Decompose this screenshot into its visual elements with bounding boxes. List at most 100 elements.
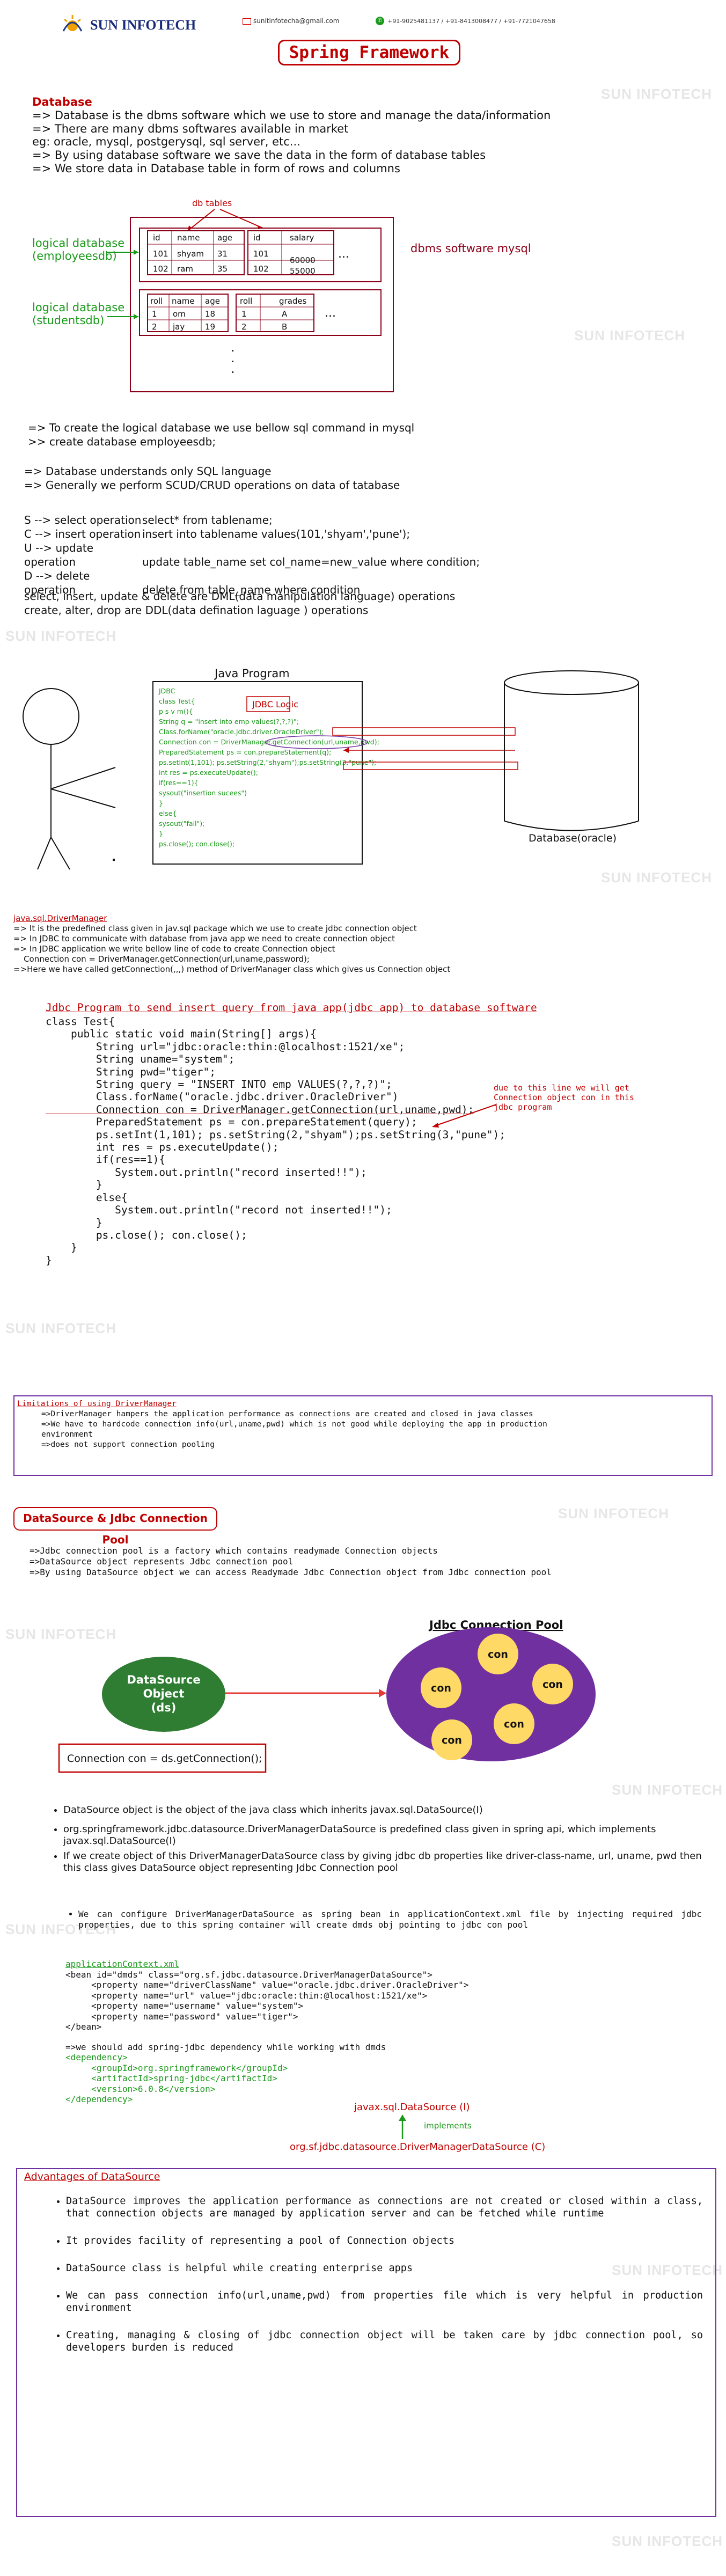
advantages-heading: Advantages of DataSource [24,2171,160,2183]
driver-manager-line: => In JDBC application we write bellow l… [13,944,335,954]
svg-text:con: con [488,1649,508,1660]
svg-text:1: 1 [152,309,157,319]
database-oracle-label: Database(oracle) [529,832,617,844]
note-arrow [432,1104,497,1128]
ellipsis: ... [325,306,336,320]
mail-icon [243,18,251,25]
database-line: => There are many dbms softwares availab… [32,122,349,135]
svg-text:shyam: shyam [177,249,204,259]
svg-text:1: 1 [241,309,247,319]
svg-text:id: id [153,233,160,243]
table-emp: id name age 101 shyam 31 102 ram 35 [147,230,245,275]
watermark: SUN INFOTECH [5,628,116,644]
svg-text:}: } [159,799,163,807]
svg-text:sysout("insertion sucees"): sysout("insertion sucees") [159,789,247,797]
table-students: roll name age 1 om 18 2 jay 19 [147,294,229,332]
svg-text:salary: salary [290,233,314,243]
table-salary: id salary 101 60000 102 55000 [247,230,334,276]
watermark: SUN INFOTECH [5,1320,116,1336]
advantages-list: DataSource improves the application perf… [51,2195,703,2361]
sql-language-section: => Database understands only SQL languag… [24,464,400,492]
svg-text:con: con [504,1718,524,1730]
svg-text:p s v m(){: p s v m(){ [159,707,193,715]
logical-db-label: logical database [32,237,124,250]
limitations-section: Limitations of using DriverManager =>Dri… [17,1400,547,1449]
svg-text:else{: else{ [159,809,177,817]
svg-text:ps.close(); con.close();: ps.close(); con.close(); [159,840,234,848]
svg-text:19: 19 [205,322,215,332]
phone-icon: ✆ [376,17,384,25]
driver-manager-line: => It is the predefined class given in j… [13,924,417,933]
svg-text:ram: ram [177,264,193,274]
svg-text:jay: jay [172,322,185,332]
implements-label: implements [424,2121,472,2131]
sql-command-line: => To create the logical database we use… [28,421,415,434]
svg-text:con: con [442,1735,462,1746]
svg-text:roll: roll [150,296,163,306]
brand-logo [59,14,86,34]
list-item: DataSource class is helpful while creati… [66,2262,703,2274]
svg-text:class Test{: class Test{ [159,697,195,705]
svg-text:roll: roll [240,296,252,306]
dbms-label: dbms software mysql [410,242,531,255]
svg-text:age: age [205,296,220,306]
svg-text:102: 102 [153,264,168,274]
watermark: SUN INFOTECH [601,86,712,102]
svg-text:A: A [282,309,288,319]
svg-text:age: age [217,233,232,243]
logical-db-label: (studentsdb) [32,314,104,327]
list-item: We can pass connection info(url,uname,pw… [66,2289,703,2314]
driver-manager-line: => In JDBC to communicate with database … [13,934,395,943]
dbms-box [130,217,394,392]
interface-label: javax.sql.DataSource (I) [354,2102,470,2113]
svg-text:2: 2 [152,322,157,332]
xml-file-name: applicationContext.xml [65,1959,179,1969]
list-item: DataSource improves the application perf… [66,2195,703,2220]
svg-text:Class.forName("oracle.jdbc.dri: Class.forName("oracle.jdbc.driver.Oracle… [159,728,324,736]
svg-text:Object: Object [143,1687,185,1700]
dml-line: select, insert, update & delete are DML(… [24,590,456,603]
list-item: If we create object of this DriverManage… [63,1850,708,1874]
crud-section: S --> select operationselect* from table… [24,513,480,597]
sql-language-line: => Generally we perform SCUD/CRUD operat… [24,479,400,492]
svg-text:int res = ps.executeUpdate();: int res = ps.executeUpdate(); [159,769,258,777]
datasource-heading-box: DataSource & Jdbc Connection Pool [13,1507,217,1546]
jdbc-code: JDBC class Test{ p s v m(){ String q = "… [158,687,379,848]
sql-command-line: >> create database employeesdb; [28,435,216,448]
svg-text:60000: 60000 [290,255,316,265]
header-phones: +91-9025481137 / +91-8413008477 / +91-77… [387,18,555,25]
driver-manager-heading: java.sql.DriverManager [13,913,107,923]
database-line: eg: oracle, mysql, postgerysql, sql serv… [32,135,300,149]
svg-text:B: B [282,322,287,332]
driver-manager-line: =>Here we have called getConnection(,,,)… [13,964,451,974]
svg-text:name: name [172,296,195,306]
db-tables-label: db tables [192,198,232,208]
driver-manager-line: Connection con = DriverManager.getConnec… [13,954,310,964]
svg-text:55000: 55000 [290,266,316,276]
svg-text:}: } [159,830,163,838]
svg-text:if(res==1){: if(res==1){ [159,779,199,787]
svg-text:DataSource: DataSource [127,1673,200,1686]
svg-text:102: 102 [253,264,269,274]
sql-language-line: => Database understands only SQL languag… [24,465,272,478]
database-heading: Database [32,96,92,108]
pool-diagram: Jdbc Connection Pool DataSource Object (… [58,1619,596,1773]
xml-config: applicationContext.xml <bean id="dmds" c… [65,1959,469,2104]
list-item: Creating, managing & closing of jdbc con… [66,2329,703,2354]
logical-db-label: logical database [32,301,124,314]
program-code: class Test{ public static void main(Stri… [46,1015,506,1267]
crud-row: S --> select operationselect* from table… [24,514,273,526]
svg-text:35: 35 [217,264,228,274]
svg-text:JDBC: JDBC [158,687,175,695]
crud-row: U --> update operation update table_name … [24,541,480,568]
svg-text:name: name [177,233,200,243]
list-item: DataSource object is the object of the j… [63,1804,708,1816]
svg-text:sysout("fail");: sysout("fail"); [159,819,204,828]
database-section: Database => Database is the dbms softwar… [32,96,551,175]
datasource-heading: DataSource & Jdbc Connection Pool [23,1512,208,1546]
svg-text:om: om [173,309,186,319]
ds-config-bullet: We can configure DriverManagerDataSource… [63,1909,702,1938]
database-line: => By using database software we save th… [32,149,486,162]
datasource-section: =>Jdbc connection pool is a factory whic… [30,1546,552,1577]
program-title: Jdbc Program to send insert query from j… [46,1001,537,1014]
